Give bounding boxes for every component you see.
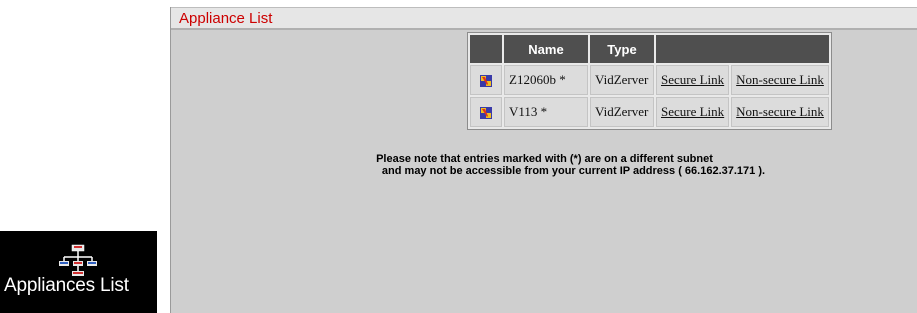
header-icon-column [470, 35, 502, 63]
header-type: Type [590, 35, 654, 63]
appliance-name: Z12060b * [504, 65, 588, 95]
appliance-type: VidZerver [590, 97, 654, 127]
subnet-note: Please note that entries marked with (*)… [171, 153, 917, 177]
vidzerver-icon [480, 75, 492, 88]
secure-link[interactable]: Secure Link [661, 72, 724, 87]
secure-link[interactable]: Secure Link [661, 104, 724, 119]
table-row: Z12060b * VidZerver Secure Link Non-secu… [470, 65, 829, 95]
appliance-list-panel: Appliance List Name Type Z12060b * VidZe… [170, 7, 917, 313]
header-links [656, 35, 829, 63]
panel-header: Appliance List [171, 7, 917, 30]
desktop-icon-label: Appliances List [4, 275, 129, 296]
table-header-row: Name Type [470, 35, 829, 63]
nonsecure-link[interactable]: Non-secure Link [736, 104, 824, 119]
table-row: V113 * VidZerver Secure Link Non-secure … [470, 97, 829, 127]
secure-link-cell: Secure Link [656, 65, 730, 95]
panel-title: Appliance List [179, 10, 273, 27]
nonsecure-link[interactable]: Non-secure Link [736, 72, 824, 87]
nonsecure-link-cell: Non-secure Link [731, 65, 829, 95]
appliances-list-shortcut[interactable]: Appliances List [0, 231, 157, 313]
vidzerver-icon [480, 107, 492, 120]
header-name: Name [504, 35, 588, 63]
icon-cell [470, 65, 502, 95]
nonsecure-link-cell: Non-secure Link [731, 97, 829, 127]
appliance-table: Name Type Z12060b * VidZerver Secure Lin… [467, 32, 832, 130]
network-tree-icon [59, 244, 97, 276]
subnet-note-line1: Please note that entries marked with (*)… [376, 153, 713, 165]
appliance-type: VidZerver [590, 65, 654, 95]
subnet-note-line2: and may not be accessible from your curr… [381, 165, 766, 177]
secure-link-cell: Secure Link [656, 97, 730, 127]
appliance-name: V113 * [504, 97, 588, 127]
icon-cell [470, 97, 502, 127]
